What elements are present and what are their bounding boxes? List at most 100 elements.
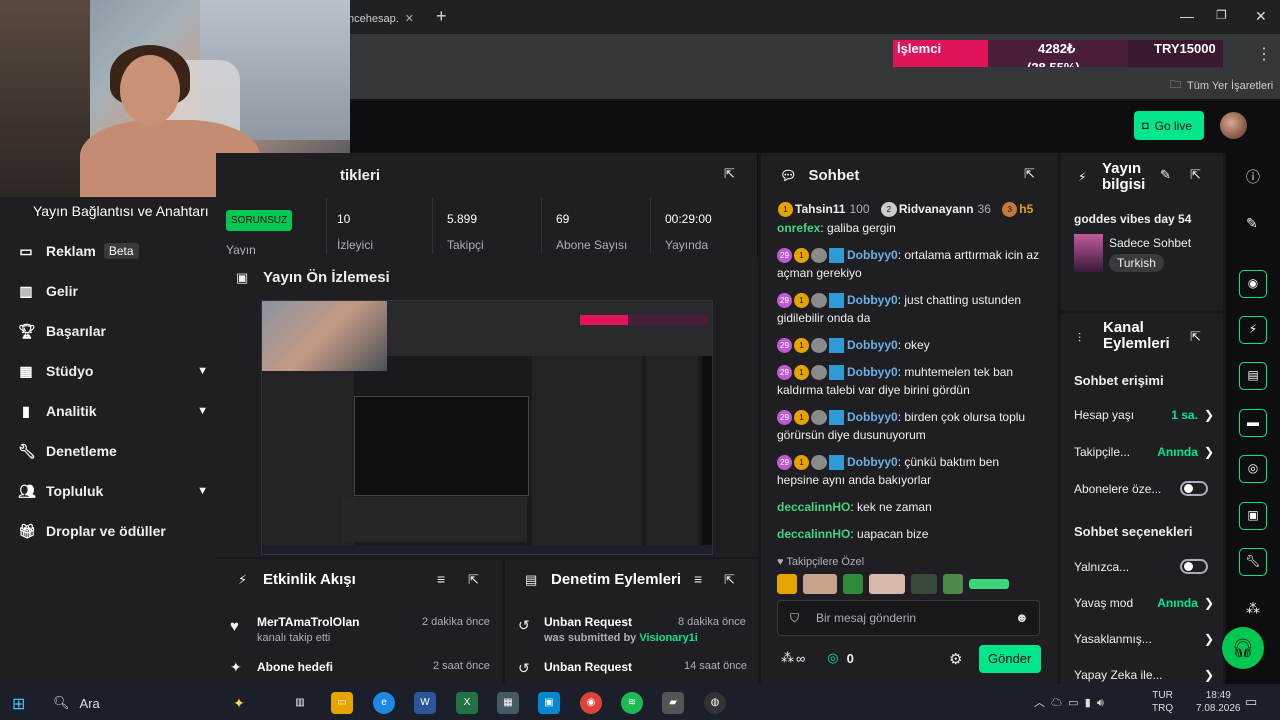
emote-only-toggle[interactable] [1180, 559, 1208, 574]
points-icon[interactable]: ◎ [827, 650, 838, 666]
followers-only-label: ♥ Takipçilere Özel [777, 556, 865, 568]
new-tab-icon[interactable]: + [436, 6, 447, 27]
stream-preview-video[interactable] [261, 300, 713, 555]
sidebar-item-income[interactable]: ▥ Gelir [18, 279, 208, 303]
layout-icon[interactable]: ▣ [1239, 502, 1267, 530]
avatar[interactable] [1220, 112, 1247, 139]
browser-menu-icon[interactable]: ⋮ [1256, 44, 1272, 64]
chat-bubble-icon[interactable]: ▬ [1239, 409, 1267, 437]
feed-item-name[interactable]: Abone hedefi [257, 660, 333, 674]
stream-key-link[interactable]: Yayın Bağlantısı ve Anahtarı [33, 203, 209, 219]
slow-mode-setting[interactable]: Yavaş mod Anında ❯ [1074, 596, 1214, 610]
filter-icon[interactable]: ≡ [694, 571, 702, 587]
store-icon[interactable]: ▣ [538, 692, 560, 714]
subscribers-only-toggle[interactable] [1180, 481, 1208, 496]
mod-item-name[interactable]: Unban Request [544, 615, 632, 629]
chrome-icon[interactable]: ◉ [580, 692, 602, 714]
word-icon[interactable]: W [414, 692, 436, 714]
sidebar-item-studio[interactable]: ▦ Stüdyo ▼ [18, 359, 208, 383]
emote-icon[interactable] [843, 574, 863, 594]
popout-icon[interactable]: ⇱ [1190, 167, 1201, 183]
emote-icon[interactable] [911, 574, 937, 594]
emote-icon[interactable] [777, 574, 797, 594]
spotify-icon[interactable]: ≋ [621, 692, 643, 714]
popout-icon[interactable]: ⇱ [724, 572, 735, 588]
account-age-setting[interactable]: Hesap yaşı 1 sa. ❯ [1074, 408, 1214, 422]
wrench-icon[interactable]: 🔧︎ [1239, 548, 1267, 576]
chat-access-heading: Sohbet erişimi [1074, 373, 1164, 388]
popout-icon[interactable]: ⇱ [1024, 166, 1035, 182]
sidebar-item-moderation[interactable]: 🔧︎ Denetleme [18, 439, 208, 463]
banned-words-setting[interactable]: Yasaklanmış... ❯ [1074, 632, 1214, 646]
bolt-icon[interactable]: ⚡︎ [1239, 316, 1267, 344]
browser-tab[interactable]: ncehesap. ✕ [340, 6, 430, 34]
go-live-button[interactable]: ◘ Go live [1134, 111, 1204, 140]
dots-icon[interactable]: ⁂ [1246, 600, 1260, 617]
popout-icon[interactable]: ⇱ [724, 166, 735, 182]
chat-title: 💬︎ Sohbet [780, 167, 860, 184]
headset-help-button[interactable]: 🎧︎ [1222, 627, 1264, 669]
emote-icon[interactable] [803, 574, 837, 594]
note-icon[interactable]: ▤ [1239, 362, 1267, 390]
sparkle-icon: ✦ [230, 659, 242, 675]
chevron-right-icon: ❯ [1203, 445, 1214, 459]
sidebar-item-analytics[interactable]: ▮ Analitik ▼ [18, 399, 208, 423]
category-thumbnail[interactable] [1074, 234, 1103, 272]
channel-points-icon[interactable]: ⁂ [781, 650, 794, 666]
filter-icon[interactable]: ≡ [437, 571, 445, 587]
windows-start-icon[interactable]: ⊞ [12, 694, 25, 714]
income-icon: ▥ [19, 282, 33, 299]
notification-icon[interactable]: ▭ [1245, 694, 1257, 710]
chat-input[interactable]: Bir mesaj gönderin [777, 600, 1040, 636]
sidebar-item-ads[interactable]: ▭ Reklam Beta [18, 239, 208, 263]
feed-item-name[interactable]: MerTAmaTrolOlan [257, 615, 359, 629]
close-window-icon[interactable]: ✕ [1255, 8, 1267, 25]
emote-icon[interactable] [969, 579, 1009, 589]
sidebar-item-drops[interactable]: 🎁︎ Droplar ve ödüller [18, 519, 208, 543]
camera-icon[interactable]: ◉ [1239, 270, 1267, 298]
info-icon[interactable]: ⓘ [1246, 167, 1260, 187]
broadcast-icon[interactable]: ◎ [1239, 455, 1267, 483]
sidebar-item-community[interactable]: 👥︎ Topluluk ▼ [18, 479, 208, 503]
edit-icon[interactable]: ✎ [1246, 215, 1258, 232]
swirl-badge-icon [811, 293, 827, 309]
input-language[interactable]: TUR TRQ [1152, 689, 1173, 715]
trophy-icon: 🏆︎ [18, 322, 36, 339]
stats-title: tikleri [340, 167, 381, 184]
excel-icon[interactable]: X [456, 692, 478, 714]
copilot-icon[interactable]: ✦ [228, 692, 250, 714]
stat-subs: 69 Abone Sayısı [541, 198, 650, 254]
send-button[interactable]: Gönder [979, 645, 1041, 673]
tag-pill[interactable]: Turkish [1109, 254, 1164, 272]
ai-moderation-setting[interactable]: Yapay Zeka ile... ❯ [1074, 668, 1214, 684]
emoji-icon[interactable]: ☻ [1015, 610, 1029, 625]
popout-icon[interactable]: ⇱ [468, 572, 479, 588]
popout-icon[interactable]: ⇱ [1190, 329, 1201, 345]
minimize-icon[interactable]: — [1180, 8, 1194, 24]
category-name[interactable]: Sadece Sohbet [1109, 236, 1191, 250]
task-view-icon[interactable]: ▥ [289, 692, 311, 714]
pencil-icon[interactable]: ✎ [1160, 167, 1171, 183]
sidebar-item-achievements[interactable]: 🏆︎ Başarılar [18, 319, 208, 343]
system-tray[interactable]: ︿ ☁ ▭ ▮ 🔊︎ [1034, 694, 1104, 710]
swirl-badge-icon [811, 365, 827, 381]
app-icon[interactable]: ▰ [662, 692, 684, 714]
calculator-icon[interactable]: ▦ [497, 692, 519, 714]
maximize-icon[interactable]: ❐ [1216, 8, 1227, 22]
emote-icon[interactable] [943, 574, 963, 594]
clock[interactable]: 18:49 7.08.2026 [1196, 689, 1241, 715]
gear-icon[interactable]: ⚙ [949, 650, 962, 668]
all-bookmarks[interactable]: 🗀 Tüm Yer İşaretleri [1170, 76, 1273, 95]
search-icon: 🔍︎ [53, 695, 70, 710]
sub-badge-icon: 29 [777, 338, 792, 354]
taskbar-search[interactable]: 🔍︎ Ara [41, 688, 231, 718]
mod-item-name[interactable]: Unban Request [544, 660, 632, 674]
obs-icon[interactable]: ◍ [704, 692, 726, 714]
followers-only-setting[interactable]: Takipçile... Anında ❯ [1074, 445, 1214, 459]
close-tab-icon[interactable]: ✕ [405, 13, 414, 25]
file-explorer-icon[interactable]: ▭ [331, 692, 353, 714]
emote-icon[interactable] [869, 574, 905, 594]
edge-icon[interactable]: e [373, 692, 395, 714]
chat-message: 29 1 Dobbyy0: just chatting ustunden gidil… [777, 293, 1022, 325]
status-badge: SORUNSUZ [226, 210, 293, 231]
